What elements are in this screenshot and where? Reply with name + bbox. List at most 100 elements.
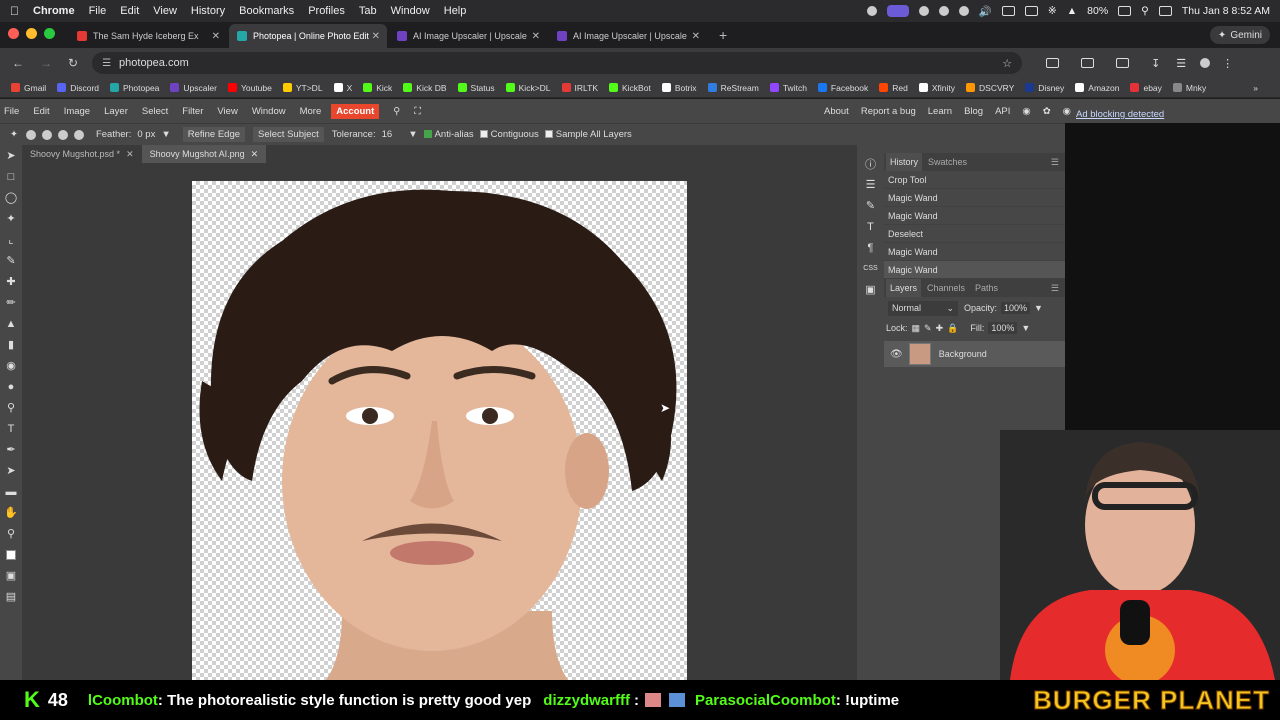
blend-mode-select[interactable]: Normal ⌄ — [888, 300, 958, 316]
magic-wand-tool-icon[interactable]: ✦ — [10, 129, 18, 140]
tab-history[interactable]: History — [886, 153, 923, 171]
contiguous-checkbox[interactable] — [479, 130, 488, 139]
ad-blocking-link[interactable]: Ad blocking detected — [1076, 109, 1164, 120]
battery-text[interactable]: 80% — [1087, 5, 1108, 17]
account-button[interactable]: Account — [331, 103, 380, 119]
magic-wand-icon[interactable]: ✦ — [0, 208, 22, 229]
sample-all-checkbox[interactable] — [544, 130, 553, 139]
hand-tool-icon[interactable]: ✋ — [0, 502, 22, 523]
bookmark-ebay[interactable]: ebay — [1130, 83, 1162, 93]
brush-settings-icon[interactable]: ✎ — [857, 195, 884, 216]
history-item[interactable]: Crop Tool — [884, 171, 1065, 189]
bookmark-x[interactable]: X — [333, 83, 352, 93]
paragraph-icon[interactable]: ¶ — [857, 237, 884, 258]
type-tool-icon[interactable]: T — [0, 418, 22, 439]
extension-icon[interactable] — [1046, 58, 1060, 68]
feather-input[interactable]: 0 px — [137, 129, 155, 140]
display-icon[interactable] — [1001, 6, 1015, 16]
bookmark-star-icon[interactable]: ☆ — [1002, 57, 1012, 70]
status-icon[interactable] — [918, 6, 929, 16]
site-info-icon[interactable]: ☰ — [102, 58, 111, 69]
pp-menu-filter[interactable]: Filter — [182, 106, 203, 117]
tolerance-input[interactable]: 16 — [382, 129, 393, 140]
extensions-puzzle-icon[interactable] — [1081, 58, 1095, 68]
menu-edit[interactable]: Edit — [120, 5, 139, 17]
menu-list-icon[interactable]: ☰ — [1176, 57, 1186, 70]
about-link[interactable]: About — [824, 106, 849, 117]
minimize-window-button[interactable] — [26, 28, 37, 39]
add-selection-icon[interactable] — [41, 129, 52, 140]
pp-menu-more[interactable]: More — [300, 106, 322, 117]
more-bookmarks-icon[interactable]: » — [1253, 83, 1258, 93]
bookmark-twitch[interactable]: Twitch — [769, 83, 807, 93]
bluetooth-icon[interactable]: ※ — [1048, 5, 1057, 17]
back-icon[interactable]: ← — [12, 56, 24, 70]
browser-tab-active[interactable]: Photopea | Online Photo Edit ✕ — [229, 24, 387, 48]
blog-link[interactable]: Blog — [964, 106, 983, 117]
bookmark-restream[interactable]: ReStream — [707, 83, 759, 93]
bookmark-status[interactable]: Status — [457, 83, 495, 93]
panel-menu-icon[interactable]: ☰ — [1051, 157, 1059, 168]
character-icon[interactable]: T — [857, 216, 884, 237]
close-tab-icon[interactable]: ✕ — [692, 31, 700, 42]
bookmark-disney[interactable]: Disney — [1025, 83, 1064, 93]
opacity-input[interactable]: 100% — [1001, 302, 1031, 314]
bookmark-gmail[interactable]: Gmail — [11, 83, 46, 93]
spotlight-icon[interactable]: ⚲ — [1141, 5, 1149, 17]
bookmark-kick-dl[interactable]: Kick>DL — [505, 83, 551, 93]
bookmark-irltk[interactable]: IRLTK — [561, 83, 598, 93]
reddit-icon[interactable]: ◉ — [1022, 106, 1030, 117]
download-icon[interactable]: ↧ — [1151, 57, 1160, 70]
pp-menu-edit[interactable]: Edit — [33, 106, 49, 117]
feather-dropdown-icon[interactable]: ▼ — [161, 129, 170, 140]
bookmark-amazon[interactable]: Amazon — [1075, 83, 1119, 93]
close-tab-icon[interactable]: ✕ — [372, 31, 380, 42]
doc-tab-active[interactable]: Shoovy Mugshot AI.png ✕ — [141, 145, 267, 163]
menu-file[interactable]: File — [89, 5, 107, 17]
image-panel-icon[interactable]: ▣ — [857, 279, 884, 300]
paint-bucket-icon[interactable]: ◉ — [0, 355, 22, 376]
search-icon[interactable]: ⚲ — [393, 106, 400, 117]
bookmark-mnky[interactable]: Mnky — [1172, 83, 1206, 93]
app-name[interactable]: Chrome — [33, 5, 75, 17]
mirror-icon[interactable] — [1024, 6, 1038, 16]
reload-icon[interactable]: ↻ — [68, 56, 78, 70]
menu-help[interactable]: Help — [444, 5, 467, 17]
info-icon[interactable]: ⓘ — [857, 153, 884, 174]
tab-swatches[interactable]: Swatches — [924, 157, 971, 167]
pp-menu-file[interactable]: File — [4, 106, 19, 117]
lock-pixels-icon[interactable]: ✎ — [924, 323, 932, 334]
close-doc-icon[interactable]: ✕ — [251, 149, 259, 160]
bookmark-kick[interactable]: Kick — [363, 83, 392, 93]
refine-edge-button[interactable]: Refine Edge — [182, 127, 246, 142]
status-icon[interactable] — [866, 6, 877, 16]
doc-tab[interactable]: Shoovy Mugshot.psd * ✕ — [22, 145, 142, 163]
fill-input[interactable]: 100% — [988, 322, 1018, 334]
tab-paths[interactable]: Paths — [971, 283, 1002, 293]
bookmark-facebook[interactable]: Facebook — [817, 83, 868, 93]
crop-tool-icon[interactable]: ⌞ — [0, 229, 22, 250]
layer-row-background[interactable]: 👁 Background — [884, 341, 1065, 367]
tab-channels[interactable]: Channels — [923, 283, 969, 293]
history-item[interactable]: Deselect — [884, 225, 1065, 243]
lock-position-icon[interactable]: ✚ — [936, 323, 944, 334]
brush-tool-icon[interactable]: ✏ — [0, 292, 22, 313]
status-icon[interactable] — [958, 6, 969, 16]
url-field[interactable]: ☰ photopea.com ☆ — [92, 52, 1023, 74]
browser-tab[interactable]: AI Image Upscaler | Upscale ✕ — [389, 24, 547, 48]
close-window-button[interactable] — [8, 28, 19, 39]
apple-icon[interactable]:  — [10, 4, 19, 18]
lock-all-icon[interactable]: 🔒 — [947, 323, 958, 334]
opacity-dropdown-icon[interactable]: ▼ — [1034, 303, 1043, 313]
history-item[interactable]: Magic Wand — [884, 189, 1065, 207]
new-tab-icon[interactable]: + — [719, 27, 727, 43]
close-tab-icon[interactable]: ✕ — [532, 31, 540, 42]
bookmark-kickbot[interactable]: KickBot — [609, 83, 651, 93]
profile-avatar[interactable] — [1200, 58, 1211, 68]
marquee-tool-icon[interactable]: □ — [0, 166, 22, 187]
pp-menu-layer[interactable]: Layer — [104, 106, 128, 117]
menu-history[interactable]: History — [191, 5, 225, 17]
facebook-icon[interactable]: ◉ — [1063, 106, 1071, 117]
report-bug-link[interactable]: Report a bug — [861, 106, 916, 117]
dodge-tool-icon[interactable]: ⚲ — [0, 397, 22, 418]
